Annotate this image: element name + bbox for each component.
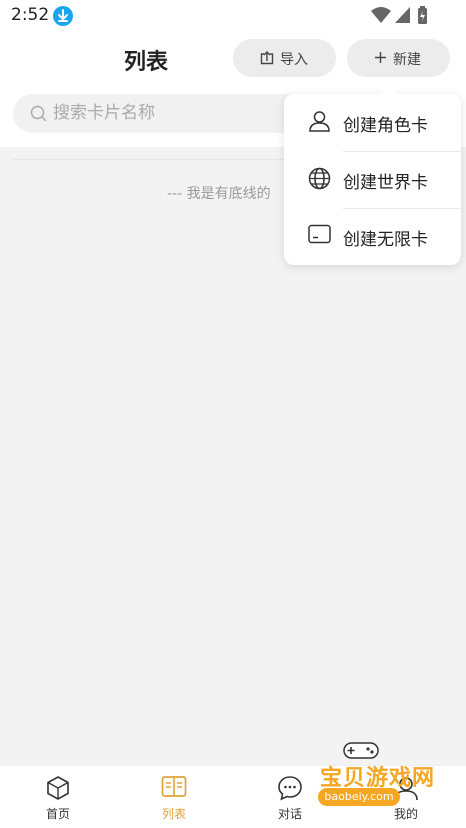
menu-item-label: 创建世界卡 [343, 173, 428, 193]
watermark-url: baobeiy.com [318, 788, 400, 806]
menu-item-create-world[interactable]: 创建世界卡 [284, 151, 461, 208]
new-button[interactable]: 新建 [347, 39, 450, 77]
tab-home[interactable]: 首页 [0, 766, 116, 828]
tab-label: 首页 [45, 807, 70, 821]
search-input[interactable] [53, 101, 273, 125]
new-label: 新建 [393, 52, 421, 68]
plus-icon [375, 52, 386, 63]
import-button[interactable]: 导入 [233, 39, 336, 77]
page-title: 列表 [124, 50, 169, 75]
end-of-list-text: --- 我是有底线的 [167, 186, 271, 202]
tab-list[interactable]: 列表 [116, 766, 232, 828]
new-dropdown-menu: 创建角色卡 创建世界卡 创建无限卡 [284, 94, 461, 265]
status-time: 2:52 [11, 5, 50, 25]
menu-item-create-infinite[interactable]: 创建无限卡 [284, 208, 461, 265]
list-book-icon [161, 776, 187, 797]
tab-label: 列表 [161, 807, 186, 821]
search-bar[interactable] [13, 94, 313, 133]
download-icon [53, 6, 73, 26]
search-icon [30, 105, 47, 122]
menu-item-create-character[interactable]: 创建角色卡 [284, 94, 461, 151]
home-cube-icon [47, 776, 69, 800]
menu-item-label: 创建角色卡 [343, 116, 428, 136]
menu-item-label: 创建无限卡 [343, 230, 428, 250]
import-label: 导入 [280, 52, 308, 68]
wifi-icon [371, 7, 391, 23]
battery-icon [418, 6, 427, 24]
card-icon [308, 224, 331, 244]
person-icon [309, 111, 330, 132]
globe-icon [308, 167, 331, 190]
upload-icon [260, 51, 274, 65]
watermark-logo: 宝贝游戏网 baobeiy.com [292, 738, 442, 818]
gamepad-icon [343, 742, 379, 759]
signal-icon [395, 7, 410, 23]
status-bar: 2:52 [0, 0, 466, 32]
